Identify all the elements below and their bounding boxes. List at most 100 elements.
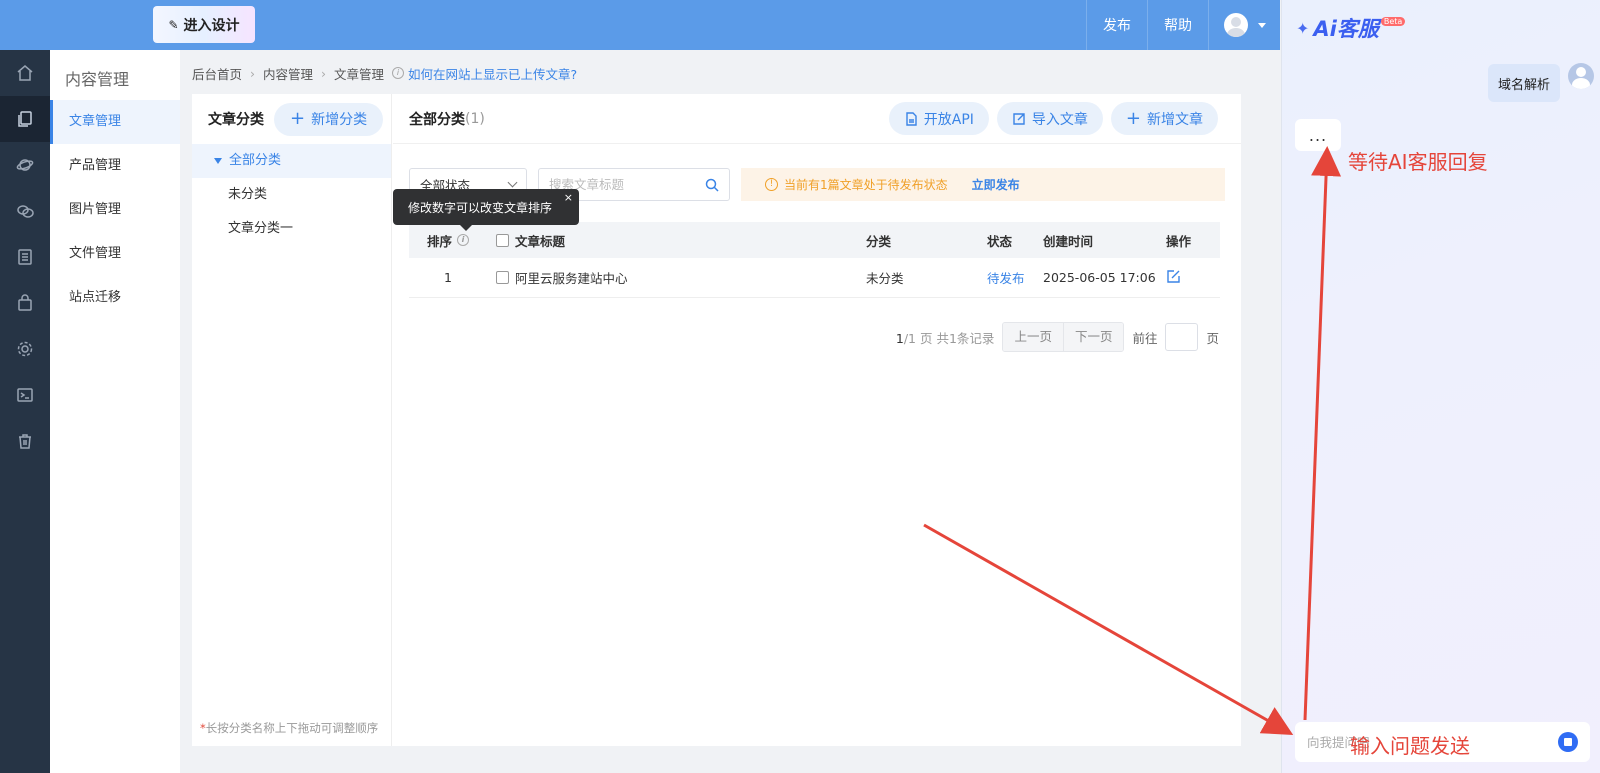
- breadcrumb-content[interactable]: 内容管理: [263, 64, 313, 83]
- breadcrumb: 后台首页 › 内容管理 › 文章管理 i 如何在网站上显示已上传文章?: [192, 64, 577, 82]
- publish-button[interactable]: 发布: [1086, 0, 1147, 50]
- category-all[interactable]: 全部分类: [192, 144, 391, 178]
- edit-pen-icon: ✎: [168, 17, 179, 32]
- rail-trash[interactable]: [0, 418, 50, 464]
- edit-button[interactable]: [1166, 269, 1220, 287]
- order-tooltip: 修改数字可以改变文章排序 ×: [393, 189, 579, 231]
- stop-send-button[interactable]: [1558, 732, 1578, 752]
- rail-forms[interactable]: [0, 234, 50, 280]
- table-row: 1 阿里云服务建站中心 未分类 待发布 2025-06-05 17:06: [409, 258, 1220, 298]
- bag-icon: [18, 294, 32, 311]
- next-page-button[interactable]: 下一页: [1062, 323, 1124, 351]
- pagination: 1/1 页 共1条记录 上一页 下一页 前往 页: [896, 322, 1219, 352]
- notice-text: 当前有1篇文章处于待发布状态: [784, 178, 948, 192]
- category-title: 文章分类: [208, 112, 264, 128]
- annotation-wait: 等待AI客服回复: [1348, 150, 1488, 174]
- help-link-label: 如何在网站上显示已上传文章?: [408, 66, 578, 82]
- trash-icon: [19, 434, 31, 449]
- avatar: [1568, 63, 1594, 89]
- top-bar: ✎ 进入设计 发布 帮助: [0, 0, 1280, 50]
- row-status: 待发布: [987, 271, 1025, 286]
- rail-messages[interactable]: [0, 188, 50, 234]
- close-icon[interactable]: ×: [564, 191, 573, 204]
- submenu-item-articles[interactable]: 文章管理: [50, 100, 180, 144]
- breadcrumb-separator: ›: [321, 65, 327, 81]
- warning-icon: !: [765, 178, 778, 191]
- page-label: 页: [919, 330, 933, 346]
- enter-design-label: 进入设计: [183, 17, 240, 34]
- rail-shop[interactable]: [0, 280, 50, 326]
- rail-home[interactable]: [0, 50, 50, 96]
- rail-site[interactable]: [0, 142, 50, 188]
- gear-icon: [17, 341, 33, 357]
- row-title[interactable]: 阿里云服务建站中心: [515, 268, 628, 287]
- help-button[interactable]: 帮助: [1147, 0, 1208, 50]
- goto-page-input[interactable]: [1165, 323, 1199, 351]
- chat-icon: [17, 205, 34, 218]
- enter-design-button[interactable]: ✎ 进入设计: [153, 6, 255, 43]
- user-menu[interactable]: [1208, 0, 1280, 50]
- add-article-button[interactable]: + 新增文章: [1110, 102, 1218, 135]
- search-icon[interactable]: [705, 178, 719, 192]
- page-current: 1: [895, 330, 904, 346]
- select-all-checkbox[interactable]: [496, 233, 509, 247]
- page-total: /1: [903, 330, 916, 346]
- user-message: 域名解析: [1487, 64, 1560, 102]
- breadcrumb-home[interactable]: 后台首页: [192, 64, 242, 83]
- edit-icon: [1167, 269, 1180, 283]
- info-icon[interactable]: i: [457, 234, 470, 246]
- main-panel: 文章分类 + 新增分类 全部分类 未分类 文章分类一 *长按分类名称上下拖动可调…: [192, 94, 1241, 746]
- import-article-button[interactable]: 导入文章: [996, 102, 1103, 135]
- record-count: 共1条记录: [936, 330, 995, 346]
- col-actions: 操作: [1166, 233, 1192, 249]
- col-title: 文章标题: [515, 233, 566, 249]
- rail-settings[interactable]: [0, 326, 50, 372]
- goto-label: 前往: [1132, 330, 1158, 346]
- submenu-item-products[interactable]: 产品管理: [50, 144, 180, 188]
- add-article-label: 新增文章: [1147, 111, 1203, 128]
- submenu-item-migration[interactable]: 站点迁移: [50, 276, 180, 320]
- row-order[interactable]: 1: [409, 270, 487, 285]
- pages-icon: [18, 111, 32, 127]
- category-all-label: 全部分类: [229, 153, 282, 168]
- help-link[interactable]: i 如何在网站上显示已上传文章?: [392, 64, 577, 83]
- table-header: 排序 i 文章标题 分类 状态 创建时间 操作: [409, 222, 1220, 258]
- add-category-button[interactable]: + 新增分类: [274, 102, 384, 136]
- import-icon: [1013, 112, 1025, 125]
- ai-logo-name: Ai客服: [1313, 17, 1379, 41]
- col-status: 状态: [987, 233, 1013, 249]
- list-title: 全部分类: [409, 111, 465, 128]
- open-api-button[interactable]: 开放API: [888, 102, 989, 135]
- stop-icon: [1564, 738, 1572, 746]
- breadcrumb-articles: 文章管理: [334, 66, 385, 82]
- content-submenu: 内容管理 文章管理 产品管理 图片管理 文件管理 站点迁移: [50, 50, 180, 773]
- category-tip-text: 长按分类名称上下拖动可调整顺序: [205, 721, 379, 735]
- page-indicator: 1/1 页 共1条记录: [896, 328, 995, 347]
- category-uncategorized[interactable]: 未分类: [192, 178, 391, 212]
- row-created: 2025-06-05 17:06: [1043, 270, 1156, 285]
- open-api-label: 开放API: [923, 111, 974, 128]
- submenu-item-images[interactable]: 图片管理: [50, 188, 180, 232]
- add-category-label: 新增分类: [311, 112, 368, 128]
- plus-icon: +: [1125, 107, 1141, 129]
- beta-badge: Beta: [1380, 16, 1406, 26]
- planet-icon: [16, 159, 34, 171]
- category-one[interactable]: 文章分类一: [192, 212, 391, 246]
- col-created: 创建时间: [1043, 233, 1094, 249]
- pending-notice: ! 当前有1篇文章处于待发布状态 立即发布: [741, 168, 1225, 201]
- ai-logo: ✦ Ai客服 Beta: [1296, 13, 1406, 43]
- rail-content[interactable]: [0, 96, 50, 142]
- sparkle-icon: ✦: [1296, 18, 1310, 38]
- avatar: [1223, 13, 1248, 37]
- publish-now-link[interactable]: 立即发布: [972, 176, 1020, 193]
- col-order: 排序: [427, 233, 453, 249]
- list-icon: [18, 249, 32, 265]
- prev-page-button[interactable]: 上一页: [1003, 323, 1063, 351]
- row-checkbox[interactable]: [496, 271, 509, 284]
- goto-suffix: 页: [1206, 330, 1219, 346]
- category-tip: *长按分类名称上下拖动可调整顺序: [200, 720, 378, 736]
- rail-terminal[interactable]: [0, 372, 50, 418]
- annotation-send: 输入问题发送: [1350, 734, 1470, 758]
- document-icon: [906, 111, 917, 126]
- submenu-item-files[interactable]: 文件管理: [50, 232, 180, 276]
